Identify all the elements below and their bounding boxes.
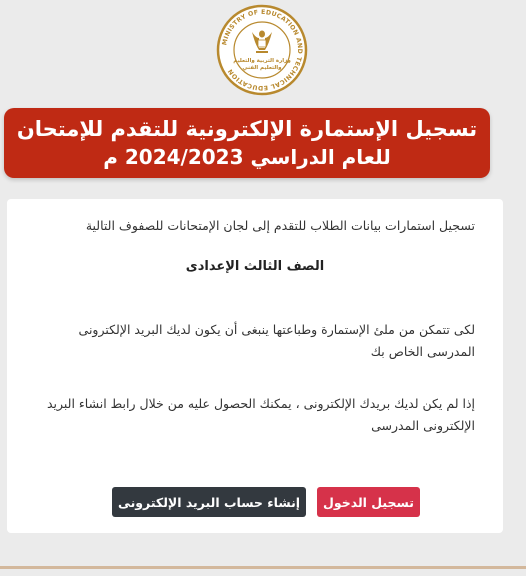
login-button[interactable]: تسجيل الدخول [317,487,420,517]
intro-text: تسجيل استمارات بيانات الطلاب للتقدم إلى … [85,218,475,233]
page-title-banner: تسجيل الإستمارة الإلكترونية للتقدم للإمت… [4,108,490,178]
page-title-line1: تسجيل الإستمارة الإلكترونية للتقدم للإمت… [16,117,478,141]
ministry-seal-icon: MINISTRY OF EDUCATION AND TECHNICAL EDUC… [216,4,308,96]
email-creation-text: إذا لم يكن لديك بريدك الإلكترونى ، يمكنك… [46,396,475,433]
ministry-logo: MINISTRY OF EDUCATION AND TECHNICAL EDUC… [210,4,314,96]
create-email-account-button[interactable]: إنشاء حساب البريد الإلكترونى [112,487,306,517]
bottom-divider [0,566,526,569]
info-card: تسجيل استمارات بيانات الطلاب للتقدم إلى … [7,199,503,533]
grade-heading: الصف الثالث الإعدادى [185,259,325,274]
svg-text:والتعليم الفني: والتعليم الفني [242,65,282,71]
email-requirement-text: لكى تتمكن من ملئ الإستمارة وطباعتها ينبغ… [78,322,475,359]
svg-text:وزارة التربية والتعليم: وزارة التربية والتعليم [233,58,291,64]
page-title-line2: للعام الدراسي 2024/2023 م [103,145,391,169]
